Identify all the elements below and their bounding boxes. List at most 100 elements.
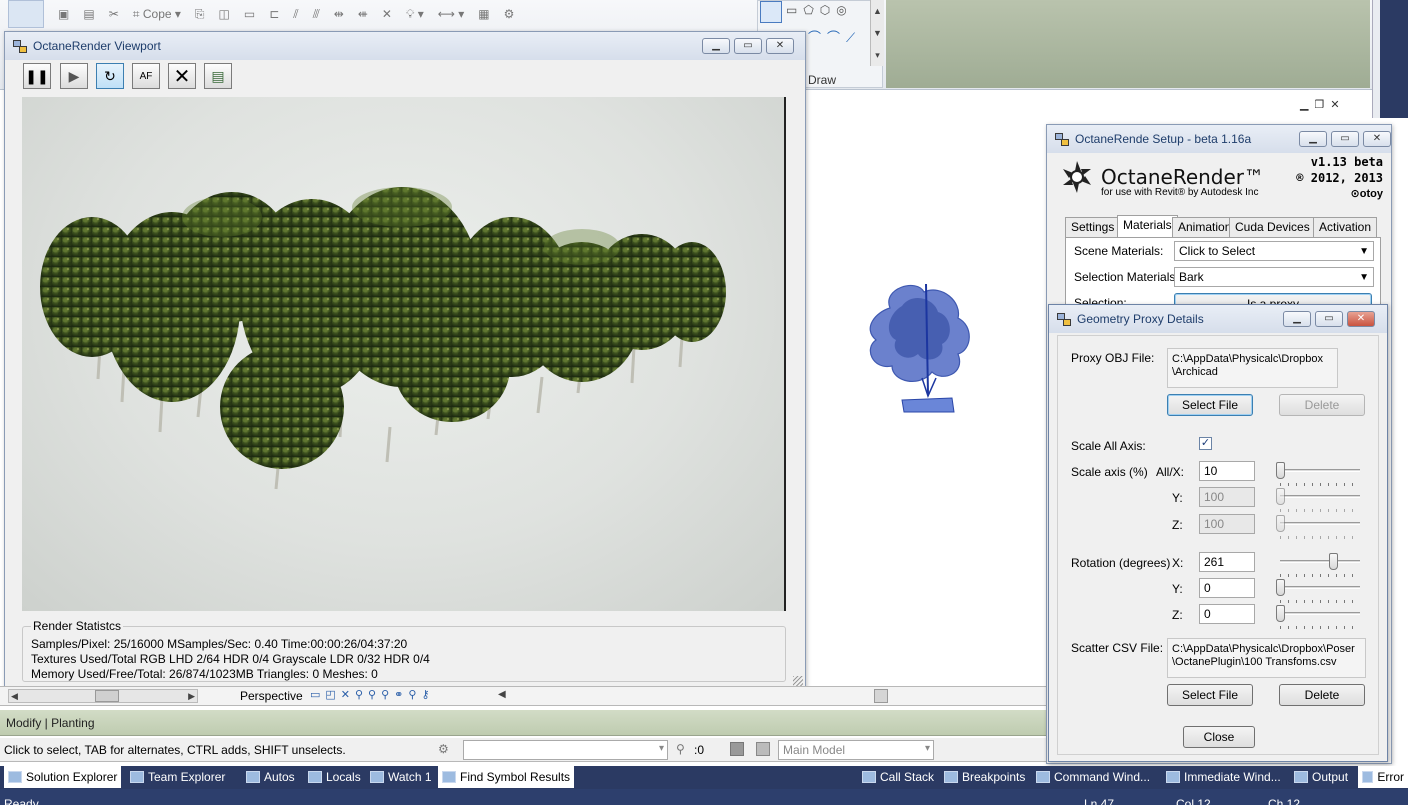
rotation-y-input[interactable]: 0 xyxy=(1199,578,1255,598)
close-button[interactable]: ✕ xyxy=(1347,311,1375,327)
scale-z-input[interactable]: 100 xyxy=(1199,514,1255,534)
scroll-right-icon[interactable]: ▶ xyxy=(188,690,195,702)
design-option-dropdown[interactable]: Main Model ▾ xyxy=(778,740,934,760)
close-proxy-button[interactable]: Close xyxy=(1183,726,1255,748)
scale-z-slider-thumb[interactable] xyxy=(1276,515,1285,532)
tab-autos[interactable]: Autos xyxy=(242,766,299,788)
restore-icon[interactable]: ❐ xyxy=(1314,99,1330,111)
close-button[interactable]: ✕ xyxy=(766,38,794,54)
rotation-x-input[interactable]: 261 xyxy=(1199,552,1255,572)
ribbon-icon[interactable]: ▤ xyxy=(83,7,94,21)
lightbulb-icon[interactable]: 💡︎ ▾ xyxy=(406,7,424,22)
rotation-x-slider[interactable] xyxy=(1280,560,1360,563)
play-button[interactable]: ▶ xyxy=(60,63,88,89)
tab-watch-1[interactable]: Watch 1 xyxy=(366,766,436,788)
ribbon-icon[interactable]: ⫽ xyxy=(293,7,298,22)
viewport-titlebar[interactable]: OctaneRender Viewport ▁ ▭ ✕ xyxy=(5,32,805,60)
restart-button[interactable]: ↻ xyxy=(96,63,124,89)
scale-y-input[interactable]: 100 xyxy=(1199,487,1255,507)
ribbon-icon[interactable]: ◫ xyxy=(219,7,230,21)
workset-dropdown[interactable]: ▾ xyxy=(463,740,668,760)
scale-z-slider[interactable] xyxy=(1280,522,1360,525)
tab-team-explorer[interactable]: Team Explorer xyxy=(126,766,229,788)
design-options-icon[interactable] xyxy=(756,742,770,756)
scroll-box[interactable] xyxy=(874,689,888,703)
select-obj-file-button[interactable]: Select File xyxy=(1167,394,1253,416)
scissors-icon[interactable]: ✂ xyxy=(109,7,119,21)
minimize-button[interactable]: ▁ xyxy=(702,38,730,54)
proxy-tree-graphic[interactable] xyxy=(862,278,982,418)
scroll-left-arrow-icon[interactable]: ◀ xyxy=(498,689,506,700)
tab-settings[interactable]: Settings xyxy=(1065,217,1121,237)
rotation-z-slider-thumb[interactable] xyxy=(1276,605,1285,622)
delete-obj-file-button[interactable]: Delete xyxy=(1279,394,1365,416)
tab-immediate-window[interactable]: Immediate Wind... xyxy=(1162,766,1285,788)
setup-titlebar[interactable]: OctaneRende Setup - beta 1.16a ▁ ▭ ✕ xyxy=(1047,125,1391,153)
scale-x-input[interactable]: 10 xyxy=(1199,461,1255,481)
select-csv-file-button[interactable]: Select File xyxy=(1167,684,1253,706)
worksets-icon[interactable]: ⚙ xyxy=(438,742,449,756)
tab-command-window[interactable]: Command Wind... xyxy=(1032,766,1154,788)
scroll-left-icon[interactable]: ◀ xyxy=(11,690,18,702)
scale-x-slider[interactable] xyxy=(1280,469,1360,472)
tab-activation[interactable]: Activation xyxy=(1313,217,1378,237)
rotation-y-slider[interactable] xyxy=(1280,586,1360,589)
proxy-titlebar[interactable]: Geometry Proxy Details ▁ ▭ ✕ xyxy=(1049,305,1387,333)
tab-materials[interactable]: Materials xyxy=(1117,215,1178,237)
rotation-y-slider-thumb[interactable] xyxy=(1276,579,1285,596)
ribbon-icon[interactable]: ▦ xyxy=(478,7,489,21)
ribbon-icon[interactable]: ⚙ xyxy=(504,7,515,21)
tab-breakpoints[interactable]: Breakpoints xyxy=(940,766,1029,788)
rotation-x-slider-thumb[interactable] xyxy=(1329,553,1338,570)
line-tool-icon[interactable] xyxy=(760,1,782,23)
ribbon-icon[interactable]: ⫻ xyxy=(313,7,320,22)
tab-output[interactable]: Output xyxy=(1290,766,1352,788)
close-button[interactable]: ✕ xyxy=(1363,131,1391,147)
minimize-button[interactable]: ▁ xyxy=(1299,131,1327,147)
ribbon-icon[interactable]: ✕ xyxy=(382,7,392,21)
tab-animation[interactable]: Animation xyxy=(1172,217,1238,237)
filter-icon[interactable]: ⚲ xyxy=(676,742,685,756)
rotation-z-slider[interactable] xyxy=(1280,612,1360,615)
tab-error-list[interactable]: Error xyxy=(1358,766,1408,788)
autofocus-button[interactable]: AF xyxy=(132,63,160,89)
editing-requests-icon[interactable] xyxy=(730,742,744,756)
view-control-icons[interactable]: ▭◰✕⚲⚲⚲⚭⚲⚷ xyxy=(310,688,435,701)
minimize-button[interactable]: ▁ xyxy=(1283,311,1311,327)
ribbon-icon[interactable]: ⇺ xyxy=(358,7,368,21)
scale-x-slider-thumb[interactable] xyxy=(1276,462,1285,479)
copy-button[interactable]: ⌗ Cope ▾ xyxy=(133,7,181,22)
ribbon-icon[interactable]: ▭ xyxy=(244,7,255,21)
stop-button[interactable]: ✕ xyxy=(168,63,196,89)
delete-csv-file-button[interactable]: Delete xyxy=(1279,684,1365,706)
maximize-button[interactable]: ▭ xyxy=(734,38,762,54)
rotation-z-input[interactable]: 0 xyxy=(1199,604,1255,624)
draw-arc-icons[interactable]: ⌒⌒⟋ xyxy=(808,27,861,46)
scale-all-axis-checkbox[interactable]: ✓ xyxy=(1199,437,1212,450)
tab-solution-explorer[interactable]: Solution Explorer xyxy=(4,766,122,788)
minimize-icon[interactable]: ▁ xyxy=(1300,99,1314,111)
maximize-button[interactable]: ▭ xyxy=(1315,311,1343,327)
measure-icon[interactable]: ⟷ ▾ xyxy=(438,7,465,21)
scale-y-slider[interactable] xyxy=(1280,495,1360,498)
ribbon-select-tool[interactable] xyxy=(8,0,44,28)
resize-grip[interactable] xyxy=(793,676,803,686)
render-canvas[interactable] xyxy=(22,97,786,611)
draw-shape-icons[interactable]: ▭⬠⬡◎ xyxy=(786,3,853,17)
maximize-button[interactable]: ▭ xyxy=(1331,131,1359,147)
tab-cuda-devices[interactable]: Cuda Devices xyxy=(1229,217,1316,237)
scale-y-slider-thumb[interactable] xyxy=(1276,488,1285,505)
ribbon-icon[interactable]: ⊏ xyxy=(269,7,279,21)
tab-find-symbol-results[interactable]: Find Symbol Results xyxy=(438,766,575,788)
ribbon-icon[interactable]: ⎘ xyxy=(195,7,205,22)
selection-materials-dropdown[interactable]: Bark ▼ xyxy=(1174,267,1374,287)
tab-locals[interactable]: Locals xyxy=(304,766,365,788)
export-button[interactable]: ▤ xyxy=(204,63,232,89)
ribbon-scroll[interactable]: ▲ ▼ ▾ xyxy=(870,0,884,66)
scene-materials-dropdown[interactable]: Click to Select ▼ xyxy=(1174,241,1374,261)
ribbon-icon[interactable]: ⇹ xyxy=(334,7,344,21)
tab-call-stack[interactable]: Call Stack xyxy=(858,766,938,788)
horizontal-scrollbar[interactable]: ◀ ▶ xyxy=(8,689,198,703)
close-icon[interactable]: ✕ xyxy=(1330,99,1345,111)
scroll-thumb[interactable] xyxy=(95,690,119,702)
